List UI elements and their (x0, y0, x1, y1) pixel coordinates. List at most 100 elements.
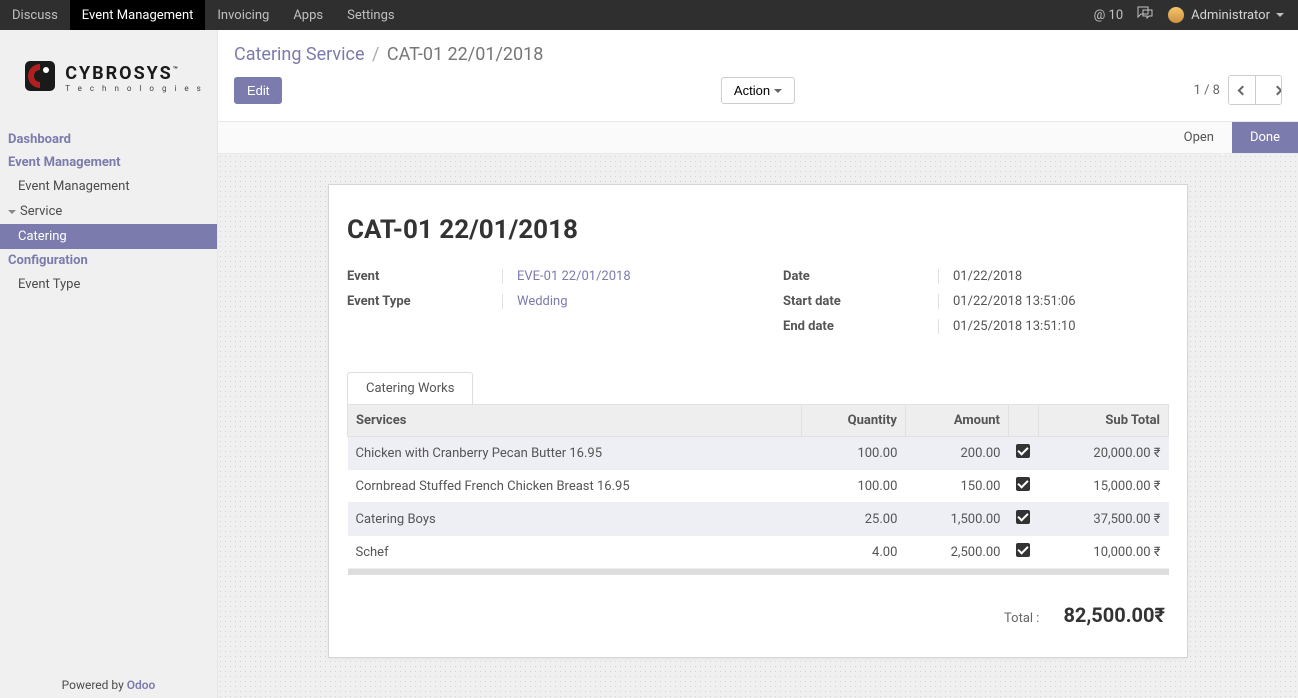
chevron-down-icon (8, 210, 16, 214)
chat-icon[interactable] (1137, 6, 1153, 24)
check-icon (1016, 510, 1030, 524)
field-value: 01/25/2018 13:51:10 (953, 319, 1076, 334)
cell: 2,500.00 (905, 536, 1008, 569)
breadcrumb-root[interactable]: Catering Service (234, 44, 364, 65)
nav-item-settings[interactable]: Settings (335, 0, 406, 30)
sidebar-item-event-type[interactable]: Event Type (0, 272, 217, 297)
check-icon (1016, 444, 1030, 458)
nav-item-event-management[interactable]: Event Management (70, 0, 206, 30)
user-name: Administrator (1191, 8, 1270, 23)
cell (1008, 536, 1038, 569)
sidebar-item-event-management[interactable]: Event Management (0, 174, 217, 199)
status-done[interactable]: Done (1232, 122, 1298, 153)
user-menu[interactable]: Administrator (1167, 6, 1284, 24)
table-row[interactable]: Catering Boys25.001,500.00 37,500.00 ₹ (348, 503, 1169, 536)
odoo-link[interactable]: Odoo (127, 678, 156, 692)
chevron-right-icon (1273, 85, 1282, 95)
pager (1228, 75, 1282, 105)
cell: Catering Boys (348, 503, 802, 536)
sidebar-item-dashboard[interactable]: Dashboard (0, 128, 217, 151)
cell: 150.00 (905, 470, 1008, 503)
cell: 10,000.00 ₹ (1038, 536, 1168, 569)
cell: 37,500.00 ₹ (1038, 503, 1168, 536)
table-row[interactable]: Schef4.002,500.00 10,000.00 ₹ (348, 536, 1169, 569)
check-icon (1016, 477, 1030, 491)
field-label: Event Type (347, 294, 502, 309)
form-area: CAT-01 22/01/2018 Event EVE-01 22/01/2018… (218, 154, 1298, 698)
cell (1008, 470, 1038, 503)
field-label: End date (783, 319, 938, 334)
sidebar-item-label: Catering (18, 229, 67, 244)
form-left-col: Event EVE-01 22/01/2018 Event Type Wedding (347, 269, 733, 344)
field-value: 01/22/2018 (953, 269, 1022, 284)
cell: Schef (348, 536, 802, 569)
catering-table: ServicesQuantityAmount Sub Total Chicken … (347, 404, 1169, 575)
content: Catering Service / CAT-01 22/01/2018 Edi… (218, 30, 1298, 698)
logo-tm: ™ (173, 65, 180, 74)
caret-down-icon (1276, 13, 1284, 17)
toolbar: Edit Action 1 / 8 (218, 73, 1298, 121)
nav-item-apps[interactable]: Apps (281, 0, 335, 30)
action-dropdown[interactable]: Action (721, 77, 795, 104)
form-right-col: Date01/22/2018Start date01/22/2018 13:51… (783, 269, 1169, 344)
top-nav-right: @ 10 Administrator (1094, 6, 1298, 24)
breadcrumb-sep: / (372, 44, 379, 65)
breadcrumb: Catering Service / CAT-01 22/01/2018 (218, 30, 1298, 73)
table-body: Chicken with Cranberry Pecan Butter 16.9… (348, 437, 1169, 569)
table-row[interactable]: Cornbread Stuffed French Chicken Breast … (348, 470, 1169, 503)
total-label: Total : (1004, 611, 1039, 626)
field-label: Date (783, 269, 938, 284)
field-label: Start date (783, 294, 938, 309)
sidebar-item-label: Dashboard (8, 132, 71, 147)
col-header: Amount (905, 405, 1008, 437)
cell: 1,500.00 (905, 503, 1008, 536)
record-title: CAT-01 22/01/2018 (347, 215, 1169, 245)
cell (1008, 503, 1038, 536)
logo: CYBROSYS™ Technologies (0, 30, 217, 126)
top-nav: DiscussEvent ManagementInvoicingAppsSett… (0, 0, 1298, 30)
tab-catering-works[interactable]: Catering Works (347, 372, 473, 404)
messages-badge[interactable]: @ 10 (1094, 8, 1124, 23)
logo-name: CYBROSYS (65, 63, 173, 84)
table-header-row: ServicesQuantityAmount Sub Total (348, 405, 1169, 437)
field-value[interactable]: EVE-01 22/01/2018 (517, 269, 631, 284)
cell: 100.00 (802, 470, 906, 503)
sidebar-item-label: Service (20, 204, 62, 219)
table-row[interactable]: Chicken with Cranberry Pecan Butter 16.9… (348, 437, 1169, 470)
cell: 200.00 (905, 437, 1008, 470)
cell: 4.00 (802, 536, 906, 569)
sidebar-footer: Powered by Odoo (0, 668, 217, 698)
nav-item-invoicing[interactable]: Invoicing (205, 0, 281, 30)
caret-down-icon (774, 89, 782, 93)
pager-prev-button[interactable] (1229, 76, 1255, 104)
nav-item-discuss[interactable]: Discuss (0, 0, 70, 30)
sidebar-item-label: Event Management (8, 155, 121, 170)
sidebar-item-catering[interactable]: Catering (0, 224, 217, 249)
sidebar-item-configuration[interactable]: Configuration (0, 249, 217, 272)
col-header: Services (348, 405, 802, 437)
sidebar-item-service[interactable]: Service (0, 199, 217, 224)
sidebar-item-event-management[interactable]: Event Management (0, 151, 217, 174)
cell (1008, 437, 1038, 470)
col-header: Sub Total (1038, 405, 1168, 437)
cell: Chicken with Cranberry Pecan Butter 16.9… (348, 437, 802, 470)
edit-button[interactable]: Edit (234, 77, 282, 104)
statusbar: Open Done (218, 121, 1298, 154)
sidebar-menu: Dashboard Event Management Event Managemen… (0, 126, 217, 299)
pager-count[interactable]: 1 / 8 (1194, 83, 1220, 98)
col-header: Quantity (802, 405, 906, 437)
breadcrumb-current: CAT-01 22/01/2018 (387, 44, 543, 65)
total-value: 82,500.00₹ (1063, 603, 1165, 627)
top-nav-items: DiscussEvent ManagementInvoicingAppsSett… (0, 0, 407, 30)
field-label: Event (347, 269, 502, 284)
sidebar: CYBROSYS™ Technologies Dashboard Event Ma… (0, 30, 218, 698)
cell: 25.00 (802, 503, 906, 536)
check-icon (1016, 543, 1030, 557)
cell: 20,000.00 ₹ (1038, 437, 1168, 470)
cell: Cornbread Stuffed French Chicken Breast … (348, 470, 802, 503)
field-value[interactable]: Wedding (517, 294, 568, 309)
logo-sub: Technologies (65, 84, 209, 93)
pager-next-button[interactable] (1255, 76, 1281, 104)
cell: 100.00 (802, 437, 906, 470)
sidebar-item-label: Configuration (8, 253, 88, 268)
